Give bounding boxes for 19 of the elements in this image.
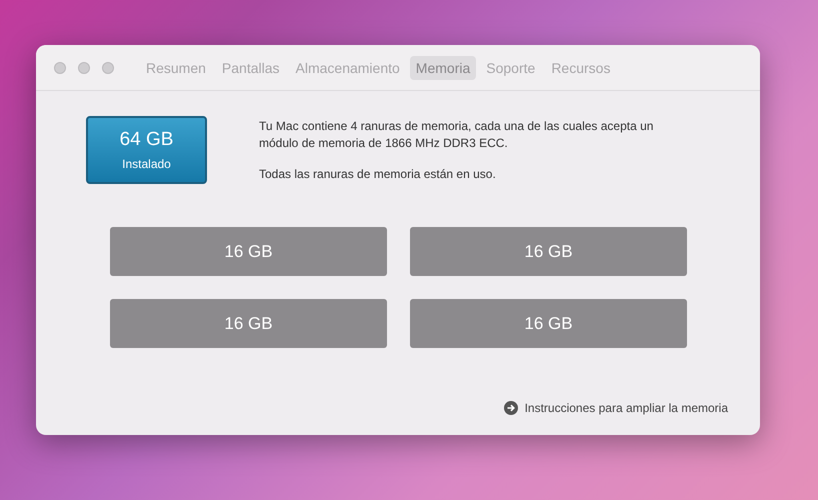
- installed-label: Instalado: [122, 157, 171, 171]
- memory-slot: 16 GB: [410, 299, 687, 348]
- upgrade-instructions-link[interactable]: Instrucciones para ampliar la memoria: [504, 401, 728, 415]
- tab[interactable]: Memoria: [410, 56, 476, 80]
- window-control[interactable]: [78, 62, 90, 74]
- tab[interactable]: Resumen: [140, 56, 212, 80]
- tab[interactable]: Soporte: [480, 56, 542, 80]
- arrow-circle-icon: [504, 401, 518, 415]
- memory-slot: 16 GB: [110, 227, 387, 276]
- window-control[interactable]: [102, 62, 114, 74]
- tab[interactable]: Almacenamiento: [290, 56, 406, 80]
- tab[interactable]: Recursos: [545, 56, 616, 80]
- memory-slot: 16 GB: [110, 299, 387, 348]
- memory-slot: 16 GB: [410, 227, 687, 276]
- window-control[interactable]: [54, 62, 66, 74]
- description-text: Tu Mac contiene 4 ranuras de memoria, cada una de las cuales acepta un módulo de memoria de 1866 MHz DDR3 ECC.: [259, 118, 654, 152]
- description-text: Todas las ranuras de memoria están en uso.: [259, 166, 497, 183]
- tab[interactable]: Pantallas: [216, 56, 286, 80]
- installed-amount: 64 GB: [120, 129, 174, 151]
